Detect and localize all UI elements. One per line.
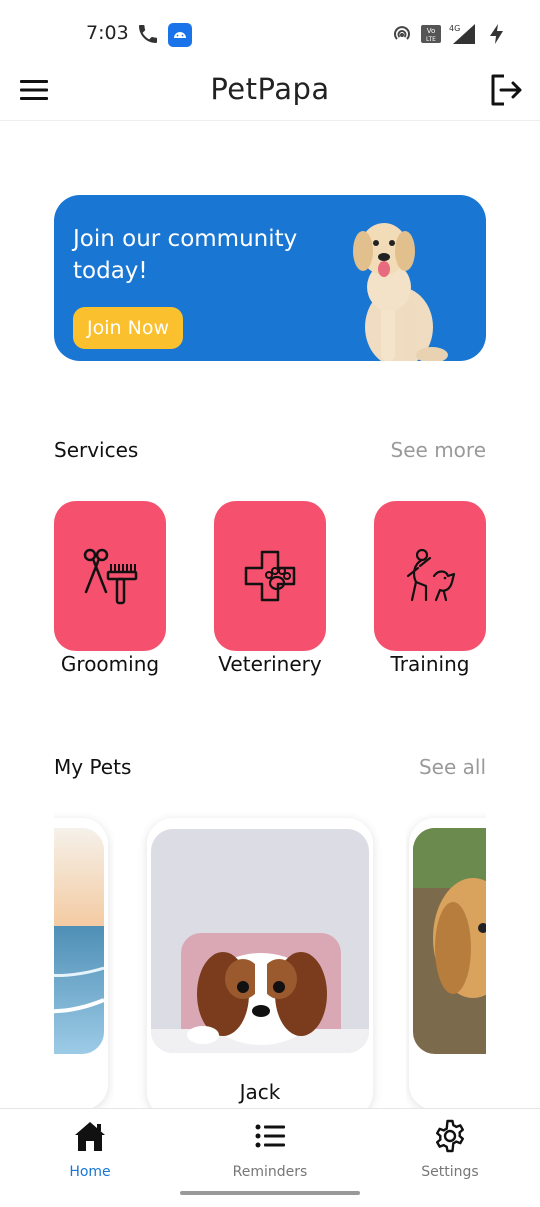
signal-4g-icon: 4G (449, 24, 475, 44)
see-more-link[interactable]: See more (391, 438, 486, 462)
gesture-bar[interactable] (180, 1191, 360, 1195)
veterinary-icon (244, 550, 296, 602)
see-all-link[interactable]: See all (419, 755, 486, 779)
svg-text:4G: 4G (449, 24, 460, 33)
svg-text:Vo: Vo (427, 27, 436, 35)
logout-icon[interactable] (488, 72, 524, 108)
nav-home[interactable]: Home (0, 1108, 180, 1188)
training-icon (406, 548, 456, 602)
services-title: Services (54, 438, 139, 462)
service-label-grooming: Grooming (60, 652, 160, 676)
page-title: PetPapa (210, 72, 330, 106)
service-grooming[interactable] (54, 501, 166, 651)
service-training[interactable] (374, 501, 486, 651)
golden-retriever-image (353, 223, 448, 361)
pet-card-clip-right (406, 810, 486, 1110)
pet-card[interactable] (54, 818, 108, 1110)
svg-text:LTE: LTE (426, 36, 436, 43)
gear-icon (436, 1119, 464, 1153)
service-label-training: Training (390, 652, 470, 676)
banner-text: Join our community today! (73, 226, 298, 284)
pet-image-beagle (413, 828, 486, 1054)
nav-label-home: Home (69, 1164, 111, 1180)
home-icon (75, 1122, 105, 1151)
pet-name-jack: Jack (239, 1080, 281, 1104)
charging-icon (490, 24, 503, 44)
volte-icon: Vo LTE (421, 25, 441, 43)
pet-card-jack[interactable]: Jack (147, 818, 373, 1118)
pet-card-clip-left (54, 810, 114, 1110)
service-label-veterinary: Veterinery (218, 652, 322, 676)
hotspot-icon (394, 26, 410, 40)
join-community-banner: Join our community today! Join Now (54, 195, 486, 361)
service-veterinary[interactable] (214, 501, 326, 651)
my-pets-title: My Pets (54, 755, 132, 779)
list-icon (255, 1124, 285, 1148)
app-notification-icon (168, 23, 192, 47)
grooming-icon (83, 548, 138, 605)
join-now-button[interactable]: Join Now (73, 307, 183, 349)
pet-image-jack (151, 829, 369, 1053)
phone-icon (139, 25, 157, 43)
nav-reminders[interactable]: Reminders (180, 1108, 360, 1188)
pet-image-beach (54, 828, 104, 1054)
nav-label-reminders: Reminders (232, 1164, 308, 1180)
nav-label-settings: Settings (421, 1164, 479, 1180)
nav-settings[interactable]: Settings (360, 1108, 540, 1188)
status-time: 7:03 (86, 22, 129, 44)
pet-card[interactable] (409, 818, 486, 1110)
